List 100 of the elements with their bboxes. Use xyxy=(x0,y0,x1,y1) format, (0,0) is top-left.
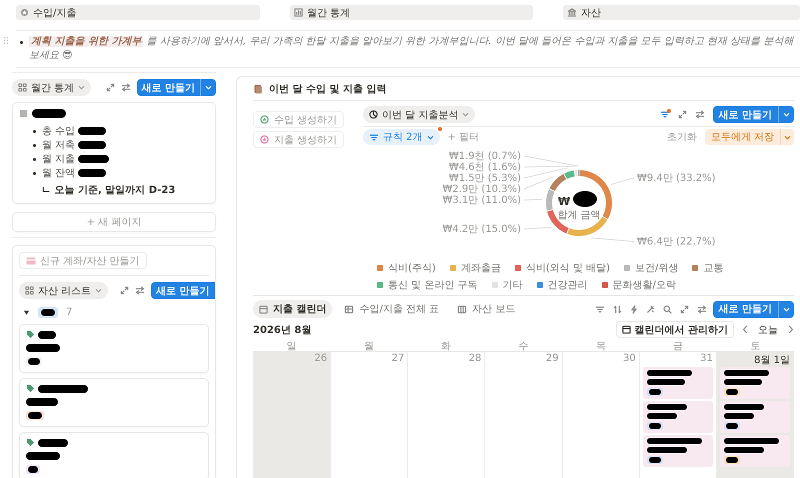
tag-icon xyxy=(26,330,35,339)
weekday-label: 월 xyxy=(362,340,375,353)
day-cell[interactable]: 30 xyxy=(562,352,640,478)
data-label: ₩9.4만 (33.2%) xyxy=(636,172,716,184)
sliders-icon[interactable] xyxy=(694,110,705,119)
asset-card[interactable] xyxy=(19,324,209,373)
notification-dot xyxy=(666,109,671,113)
redaction-mark xyxy=(646,447,687,453)
view-selector[interactable]: 이번 달 지출분석 xyxy=(363,106,476,123)
filter-icon[interactable] xyxy=(594,304,605,314)
day-cell[interactable]: 28 xyxy=(408,352,486,478)
expand-icon[interactable] xyxy=(680,304,689,314)
reset-button[interactable]: 초기화 xyxy=(666,130,697,144)
day-cell[interactable]: 31 xyxy=(640,352,717,478)
event-card[interactable] xyxy=(642,367,713,399)
view-tab[interactable]: 수입/지출 전체 표 xyxy=(338,300,446,318)
day-cell[interactable]: 26 xyxy=(254,352,332,478)
filter-icon[interactable] xyxy=(369,132,379,142)
redaction-mark xyxy=(32,109,66,118)
previous-icon[interactable] xyxy=(742,325,748,334)
data-label: ₩6.4만 (22.7%) xyxy=(636,236,716,248)
filter-icon[interactable] xyxy=(660,110,670,119)
data-label: ₩4.2만 (15.0%) xyxy=(442,224,520,236)
redaction-mark xyxy=(38,438,68,446)
expand-icon[interactable] xyxy=(120,286,130,295)
event-card[interactable] xyxy=(720,401,790,433)
new-button[interactable]: 새로 만들기 xyxy=(712,300,794,318)
expand-icon[interactable] xyxy=(106,83,115,92)
redaction-mark xyxy=(78,141,106,149)
bank-icon xyxy=(567,8,577,17)
chart-icon xyxy=(294,8,303,17)
event-card[interactable] xyxy=(720,367,790,399)
sliders-icon[interactable] xyxy=(120,83,131,92)
search-icon[interactable] xyxy=(662,304,672,314)
redaction-mark xyxy=(724,413,754,419)
view-tab[interactable]: 지출 캘린더 xyxy=(253,300,332,318)
legend-label: 문화생활/오락 xyxy=(612,279,676,292)
new-button[interactable]: 새로 만들기 xyxy=(712,106,794,123)
view-selector[interactable]: 자산 리스트 xyxy=(19,282,108,299)
asset-card[interactable] xyxy=(19,378,209,427)
deadline-note: ㄴ 오늘 기준, 말일까지 D-23 xyxy=(41,184,176,197)
new-button[interactable]: 새로 만들기 xyxy=(151,282,215,299)
date-label: 27 xyxy=(392,353,404,365)
create-account-button[interactable]: 신규 계좌/자산 만들기 xyxy=(19,252,147,269)
event-card[interactable] xyxy=(642,435,713,467)
add-filter-button[interactable]: + 필터 xyxy=(448,130,480,144)
day-cell[interactable]: 8월 1일 xyxy=(716,352,794,478)
page-icon xyxy=(19,109,28,118)
manage-calendar-button[interactable]: 캘린더에서 관리하기 xyxy=(616,321,734,338)
sort-icon[interactable] xyxy=(612,304,622,314)
date-label: 31 xyxy=(700,353,713,365)
lightning-icon[interactable] xyxy=(630,304,638,314)
redaction-mark xyxy=(38,384,88,392)
filter-rule-chip[interactable]: 규칙 2개 xyxy=(363,129,440,145)
book-icon xyxy=(253,84,263,94)
gallery-icon xyxy=(25,286,34,295)
data-label: ₩3.1만 (11.0%) xyxy=(442,195,520,206)
page-link[interactable]: 자산 xyxy=(563,5,800,20)
redaction-mark xyxy=(26,452,60,460)
new-page-button[interactable]: + 새 페이지 xyxy=(12,212,216,232)
page-link[interactable]: 수입/지출 xyxy=(16,5,260,20)
day-cell[interactable]: 29 xyxy=(485,352,563,478)
drag-handle-icon[interactable] xyxy=(3,36,9,45)
asset-card[interactable] xyxy=(19,432,209,478)
redaction-mark xyxy=(26,398,58,406)
next-icon[interactable] xyxy=(788,325,794,334)
redaction-mark xyxy=(646,379,685,385)
new-button[interactable]: 새로 만들기 xyxy=(136,79,216,96)
tag-icon xyxy=(26,384,35,393)
caret-icon xyxy=(783,111,790,118)
sliders-icon[interactable] xyxy=(696,304,707,314)
day-cell[interactable]: 27 xyxy=(331,352,408,478)
group-count: 7 xyxy=(66,307,72,318)
redaction-mark xyxy=(726,457,738,463)
event-card[interactable] xyxy=(720,435,790,467)
date-label: 26 xyxy=(314,353,328,365)
redaction-mark xyxy=(724,379,762,385)
data-label: ₩1.5만 (5.3%) xyxy=(448,173,520,184)
redaction-mark xyxy=(726,389,738,395)
view-selector[interactable]: 월간 통계 xyxy=(12,79,92,96)
event-card[interactable] xyxy=(642,401,713,433)
redaction-mark xyxy=(646,438,702,444)
collapse-triangle-icon[interactable] xyxy=(23,309,30,316)
legend-label: 교통 xyxy=(703,262,724,275)
sparkle-icon[interactable] xyxy=(646,304,655,314)
create-entry-button[interactable]: 지출 생성하기 xyxy=(253,131,344,148)
redaction-mark xyxy=(646,404,687,410)
redaction-mark xyxy=(78,169,106,177)
redaction-mark xyxy=(726,423,738,429)
date-label: 30 xyxy=(622,353,636,365)
create-entry-button[interactable]: 수입 생성하기 xyxy=(253,111,344,128)
view-tab[interactable]: 자산 보드 xyxy=(451,300,522,318)
sliders-icon[interactable] xyxy=(135,286,146,295)
save-for-everyone-button[interactable]: 모두에게 저장 xyxy=(704,129,794,145)
page-link[interactable]: 월간 통계 xyxy=(290,5,533,20)
caret-icon xyxy=(78,84,86,91)
caret-icon xyxy=(783,306,790,312)
today-button[interactable]: 오늘 xyxy=(756,322,780,336)
caret-icon xyxy=(205,84,212,91)
expand-icon[interactable] xyxy=(678,110,687,119)
